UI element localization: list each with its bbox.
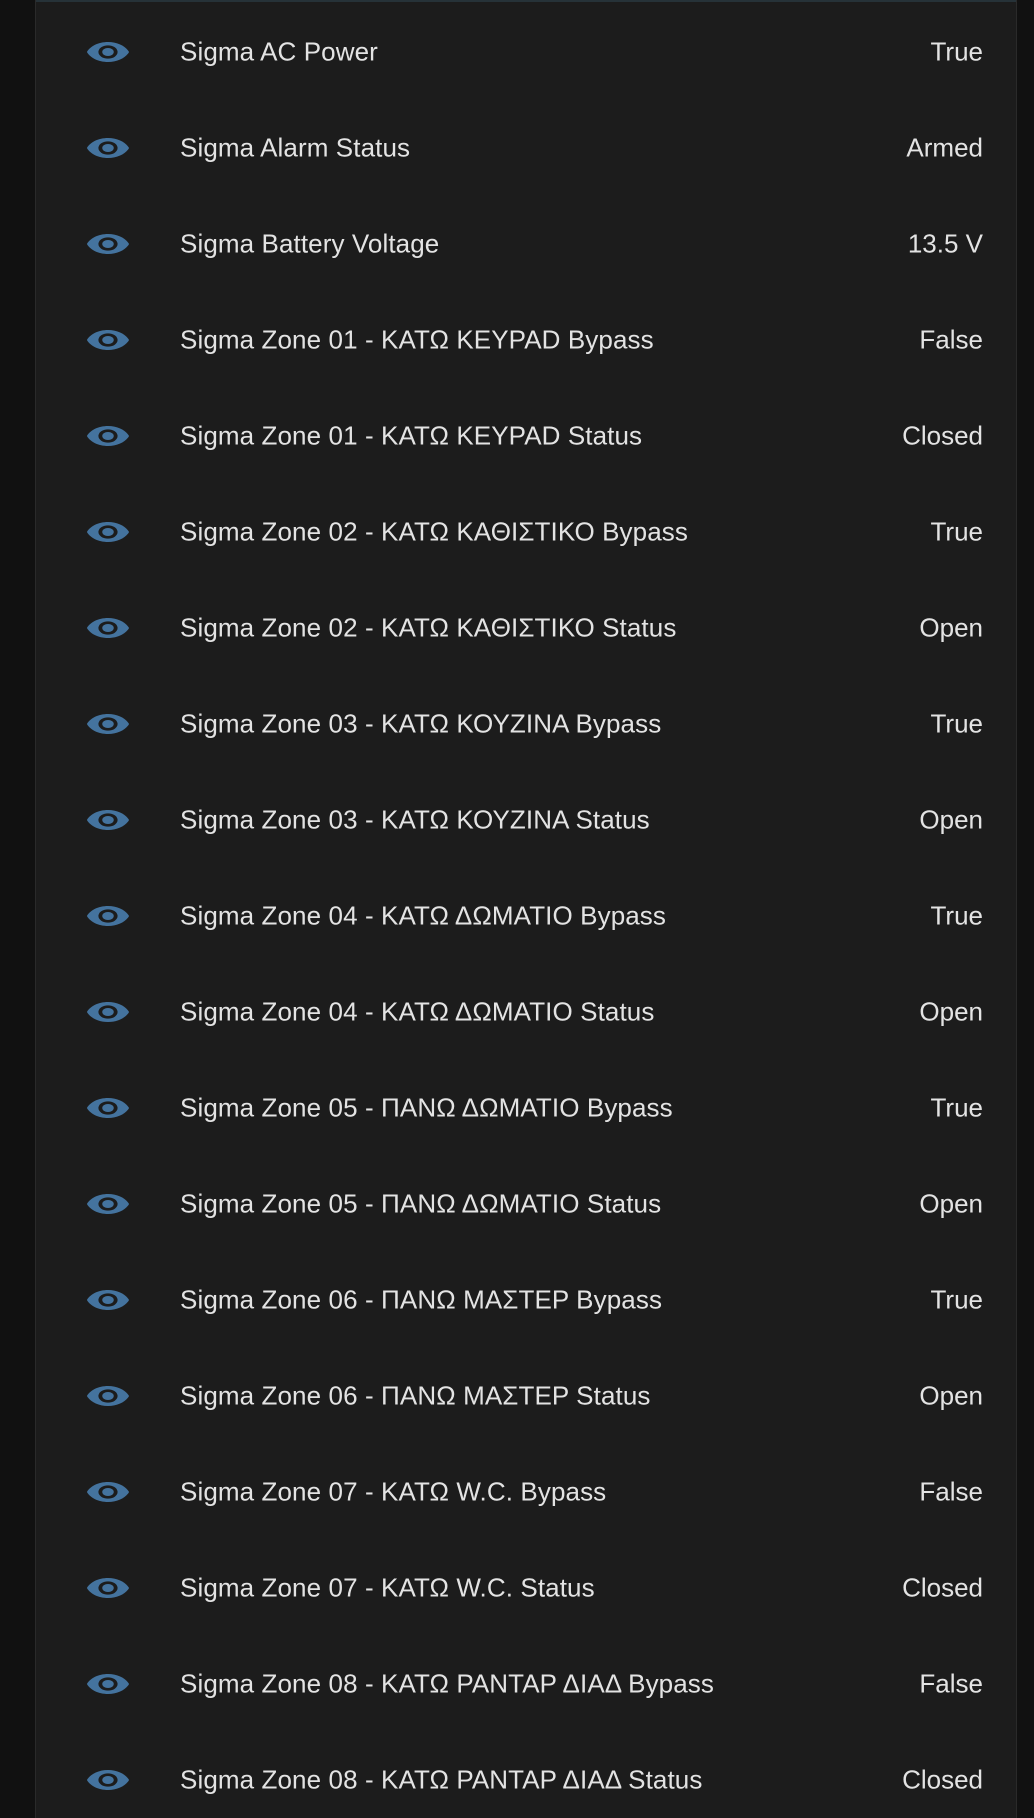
entity-row[interactable]: Sigma Zone 02 - ΚΑΤΩ ΚΑΘΙΣΤΙΚΟ Bypass Tru… <box>36 484 1016 580</box>
entity-name: Sigma Zone 04 - ΚΑΤΩ ΔΩΜΑΤΙΟ Bypass <box>180 900 667 931</box>
eye-icon <box>85 900 131 932</box>
entity-state: True <box>930 900 984 931</box>
entity-state: False <box>919 1668 983 1699</box>
eye-icon <box>85 612 131 644</box>
entity-row[interactable]: Sigma Zone 05 - ΠΑΝΩ ΔΩΜΑΤΙΟ Bypass True <box>36 1060 1016 1156</box>
entity-name: Sigma Zone 07 - ΚΑΤΩ W.C. Bypass <box>180 1476 607 1507</box>
entity-name: Sigma Alarm Status <box>180 132 411 163</box>
eye-icon <box>85 1380 131 1412</box>
entity-row[interactable]: Sigma Zone 04 - ΚΑΤΩ ΔΩΜΑΤΙΟ Status Open <box>36 964 1016 1060</box>
entity-row[interactable]: Sigma Zone 02 - ΚΑΤΩ ΚΑΘΙΣΤΙΚΟ Status Ope… <box>36 580 1016 676</box>
entity-row[interactable]: Sigma Zone 07 - ΚΑΤΩ W.C. Bypass False <box>36 1444 1016 1540</box>
entity-row[interactable]: Sigma Zone 05 - ΠΑΝΩ ΔΩΜΑΤΙΟ Status Open <box>36 1156 1016 1252</box>
eye-icon <box>85 1668 131 1700</box>
entities-card: Sigma AC Power True Sigma Alarm Status Arme… <box>35 0 1017 1818</box>
entity-name: Sigma Zone 05 - ΠΑΝΩ ΔΩΜΑΤΙΟ Status <box>180 1188 662 1219</box>
entity-state: Closed <box>902 420 983 451</box>
eye-icon <box>85 324 131 356</box>
entity-list: Sigma AC Power True Sigma Alarm Status Arme… <box>36 4 1016 1818</box>
entity-name: Sigma Zone 06 - ΠΑΝΩ ΜΑΣΤΕΡ Status <box>180 1380 651 1411</box>
entity-name: Sigma Zone 03 - ΚΑΤΩ ΚΟΥΖΙΝΑ Status <box>180 804 650 835</box>
entity-name: Sigma Zone 08 - ΚΑΤΩ ΡΑΝΤΑΡ ΔΙΑΔ Bypass <box>180 1668 714 1699</box>
entity-state: Closed <box>902 1764 983 1795</box>
entity-row[interactable]: Sigma Alarm Status Armed <box>36 100 1016 196</box>
entity-state: 13.5 V <box>907 228 983 259</box>
entity-row[interactable]: Sigma Zone 01 - ΚΑΤΩ KEYPAD Status Closed <box>36 388 1016 484</box>
entity-name: Sigma Zone 05 - ΠΑΝΩ ΔΩΜΑΤΙΟ Bypass <box>180 1092 673 1123</box>
entity-name: Sigma AC Power <box>180 36 378 67</box>
entity-name: Sigma Zone 06 - ΠΑΝΩ ΜΑΣΤΕΡ Bypass <box>180 1284 663 1315</box>
entity-row[interactable]: Sigma Zone 01 - ΚΑΤΩ KEYPAD Bypass False <box>36 292 1016 388</box>
entity-name: Sigma Zone 07 - ΚΑΤΩ W.C. Status <box>180 1572 595 1603</box>
entity-state: Armed <box>906 132 983 163</box>
entity-name: Sigma Zone 04 - ΚΑΤΩ ΔΩΜΑΤΙΟ Status <box>180 996 655 1027</box>
entity-row[interactable]: Sigma Zone 06 - ΠΑΝΩ ΜΑΣΤΕΡ Bypass True <box>36 1252 1016 1348</box>
entity-row[interactable]: Sigma Zone 06 - ΠΑΝΩ ΜΑΣΤΕΡ Status Open <box>36 1348 1016 1444</box>
entity-state: False <box>919 324 983 355</box>
eye-icon <box>85 708 131 740</box>
entity-name: Sigma Battery Voltage <box>180 228 440 259</box>
eye-icon <box>85 1092 131 1124</box>
entity-row[interactable]: Sigma Zone 03 - ΚΑΤΩ ΚΟΥΖΙΝΑ Bypass True <box>36 676 1016 772</box>
entity-state: True <box>930 1284 984 1315</box>
entity-state: False <box>919 1476 983 1507</box>
entity-row[interactable]: Sigma Zone 07 - ΚΑΤΩ W.C. Status Closed <box>36 1540 1016 1636</box>
eye-icon <box>85 1284 131 1316</box>
entity-state: True <box>930 516 984 547</box>
entity-row[interactable]: Sigma Zone 03 - ΚΑΤΩ ΚΟΥΖΙΝΑ Status Open <box>36 772 1016 868</box>
eye-icon <box>85 996 131 1028</box>
entity-state: Open <box>919 1380 983 1411</box>
entity-state: Open <box>919 804 983 835</box>
eye-icon <box>85 36 131 68</box>
eye-icon <box>85 1764 131 1796</box>
page: Sigma AC Power True Sigma Alarm Status Arme… <box>0 0 1034 1818</box>
entity-row[interactable]: Sigma Battery Voltage 13.5 V <box>36 196 1016 292</box>
entity-name: Sigma Zone 03 - ΚΑΤΩ ΚΟΥΖΙΝΑ Bypass <box>180 708 662 739</box>
eye-icon <box>85 1188 131 1220</box>
entity-state: True <box>930 708 984 739</box>
entity-row[interactable]: Sigma Zone 08 - ΚΑΤΩ ΡΑΝΤΑΡ ΔΙΑΔ Status C… <box>36 1732 1016 1818</box>
entity-name: Sigma Zone 01 - ΚΑΤΩ KEYPAD Bypass <box>180 324 654 355</box>
entity-name: Sigma Zone 02 - ΚΑΤΩ ΚΑΘΙΣΤΙΚΟ Bypass <box>180 516 688 547</box>
eye-icon <box>85 132 131 164</box>
entity-row[interactable]: Sigma Zone 04 - ΚΑΤΩ ΔΩΜΑΤΙΟ Bypass True <box>36 868 1016 964</box>
eye-icon <box>85 516 131 548</box>
eye-icon <box>85 228 131 260</box>
entity-state: True <box>930 36 984 67</box>
eye-icon <box>85 1572 131 1604</box>
entity-state: Open <box>919 996 983 1027</box>
entity-name: Sigma Zone 08 - ΚΑΤΩ ΡΑΝΤΑΡ ΔΙΑΔ Status <box>180 1764 703 1795</box>
entity-state: True <box>930 1092 984 1123</box>
entity-name: Sigma Zone 02 - ΚΑΤΩ ΚΑΘΙΣΤΙΚΟ Status <box>180 612 677 643</box>
entity-name: Sigma Zone 01 - ΚΑΤΩ KEYPAD Status <box>180 420 643 451</box>
entity-state: Closed <box>902 1572 983 1603</box>
entity-state: Open <box>919 1188 983 1219</box>
eye-icon <box>85 420 131 452</box>
entity-row[interactable]: Sigma AC Power True <box>36 4 1016 100</box>
eye-icon <box>85 1476 131 1508</box>
card-top-divider <box>36 0 1016 2</box>
eye-icon <box>85 804 131 836</box>
entity-row[interactable]: Sigma Zone 08 - ΚΑΤΩ ΡΑΝΤΑΡ ΔΙΑΔ Bypass F… <box>36 1636 1016 1732</box>
entity-state: Open <box>919 612 983 643</box>
